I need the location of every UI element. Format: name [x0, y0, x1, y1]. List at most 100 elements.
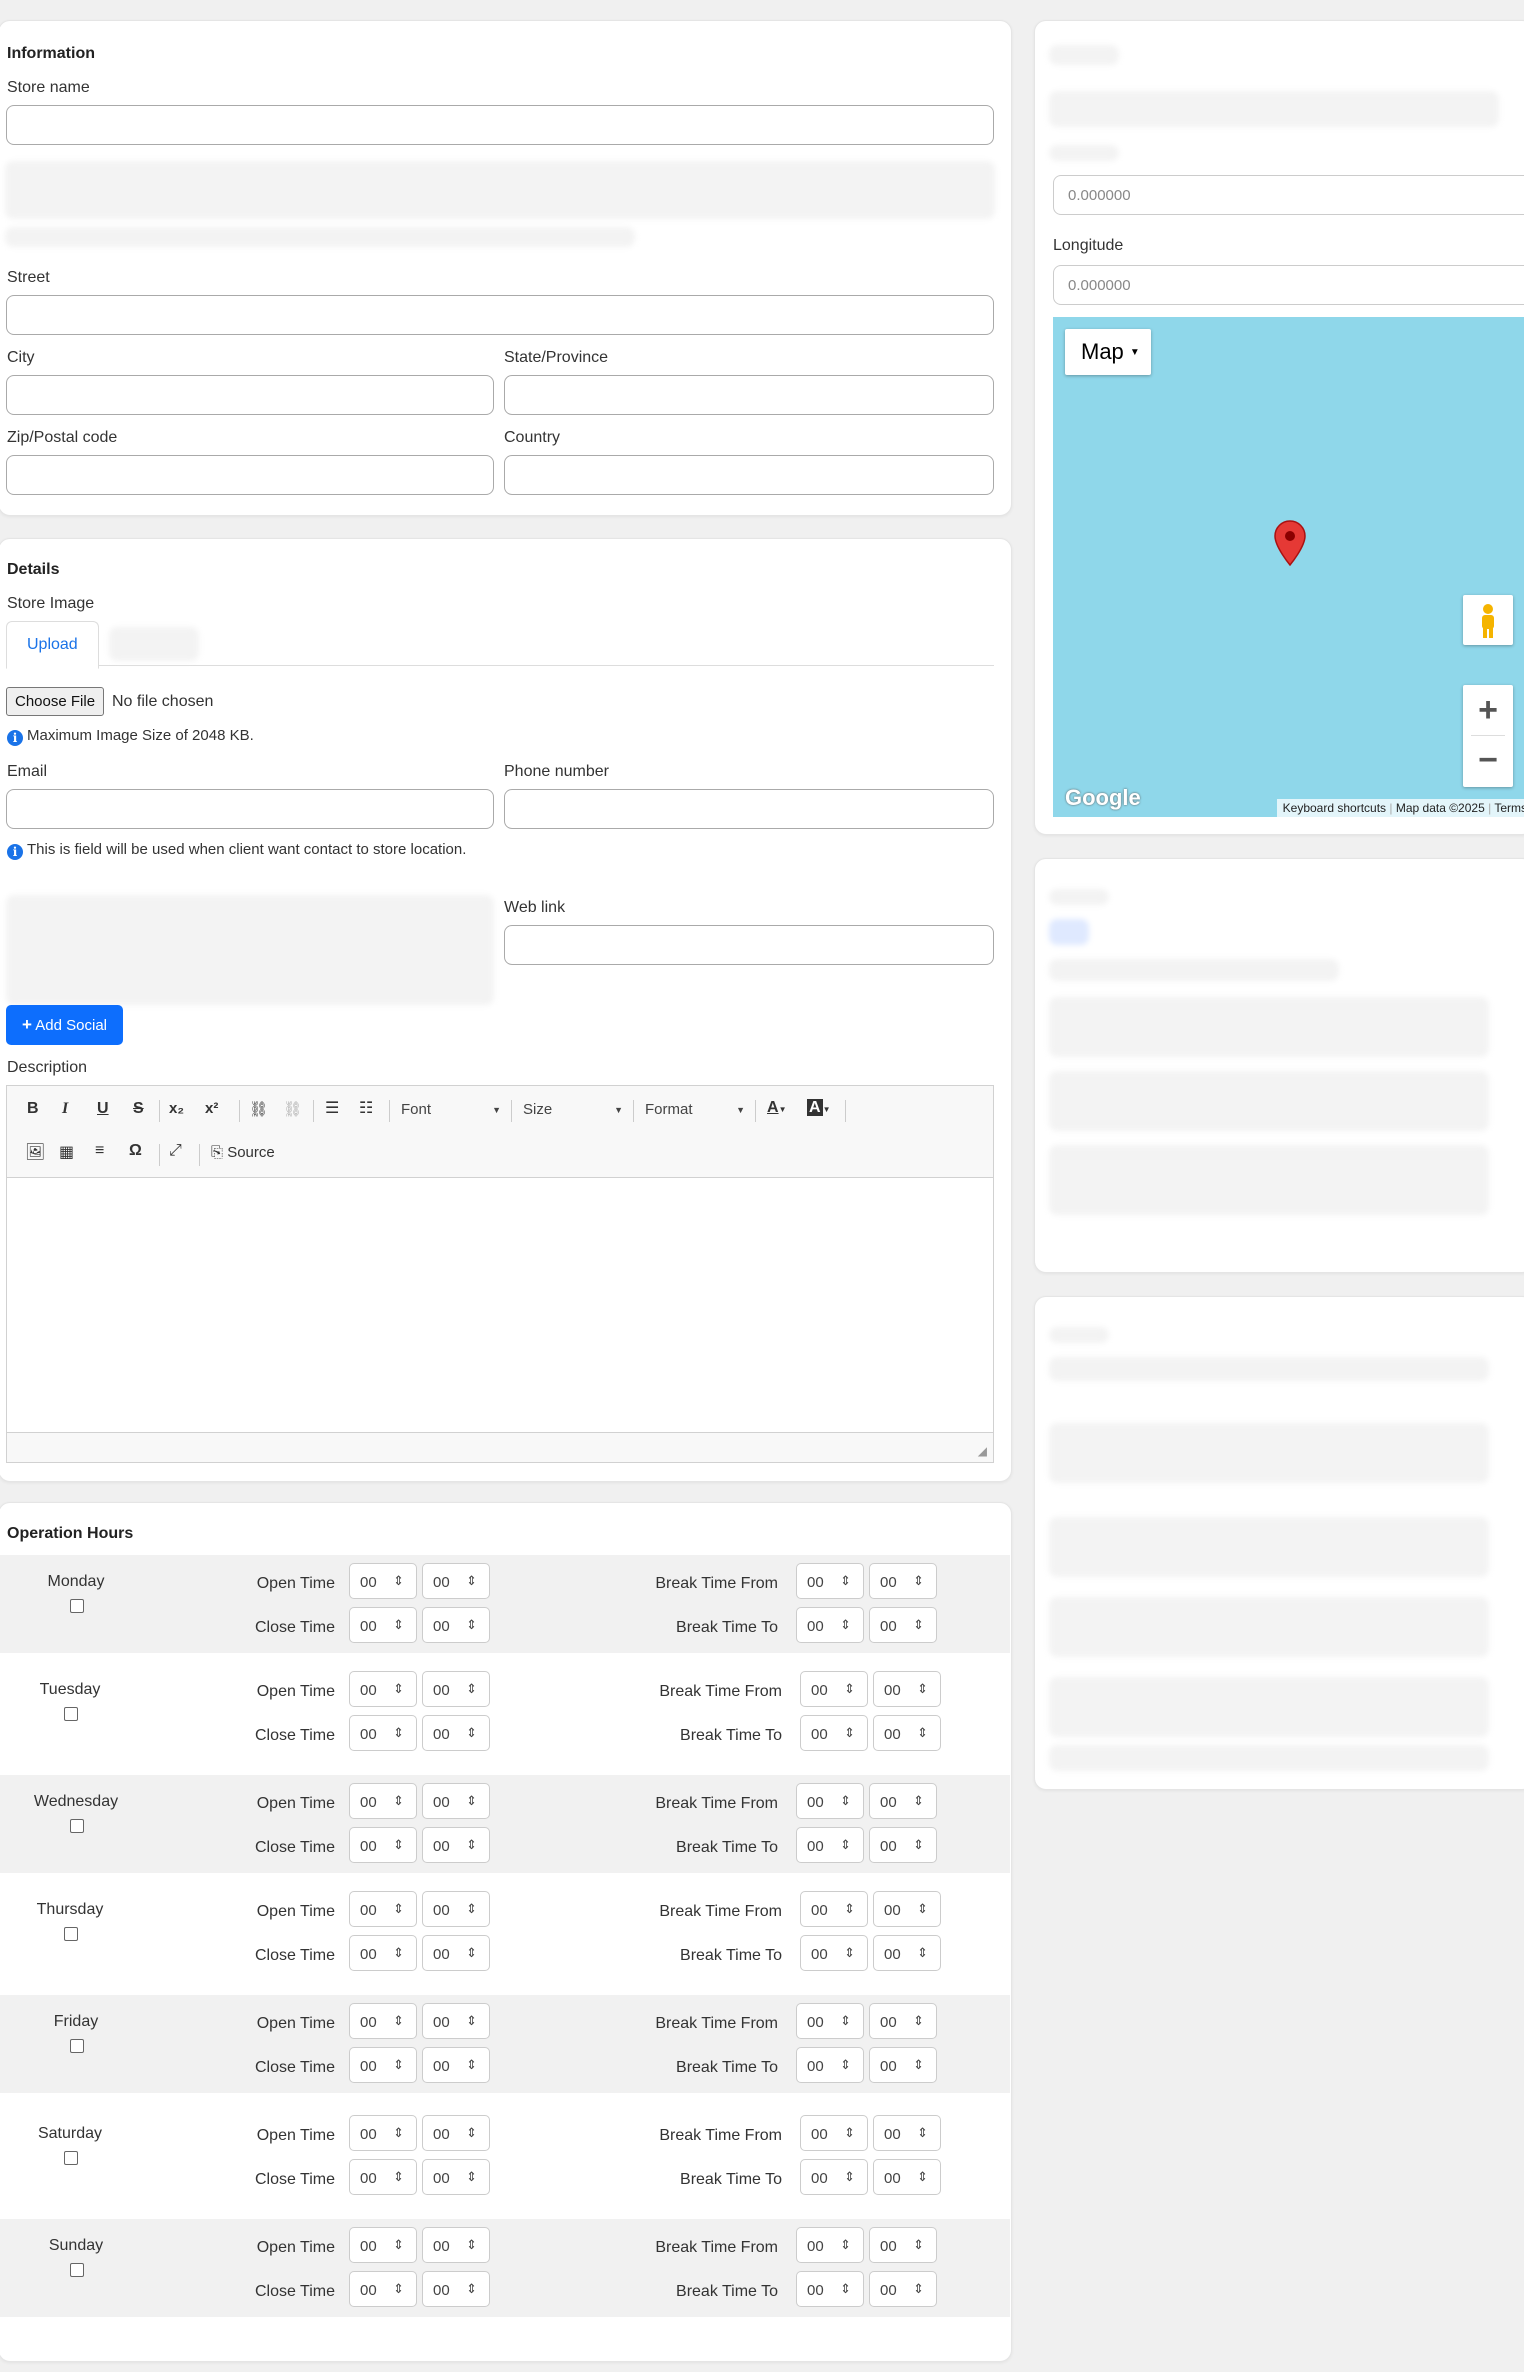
map-type-button[interactable]: Map ▼ — [1065, 329, 1151, 375]
table-icon[interactable]: ▦ — [59, 1142, 74, 1162]
day-enabled-checkbox-wednesday[interactable] — [70, 1819, 84, 1833]
time-select-saturday-break-from-hour[interactable]: 00 ⇕ — [800, 2115, 868, 2151]
time-select-saturday-open-hour[interactable]: 00 ⇕ — [349, 2115, 417, 2151]
time-select-monday-close-hour[interactable]: 00 ⇕ — [349, 1607, 417, 1643]
time-select-monday-break-from-minute[interactable]: 00 ⇕ — [869, 1563, 937, 1599]
time-select-monday-open-hour[interactable]: 00 ⇕ — [349, 1563, 417, 1599]
bulleted-list-icon[interactable]: ☷ — [359, 1098, 373, 1118]
time-select-wednesday-break-from-minute[interactable]: 00 ⇕ — [869, 1783, 937, 1819]
day-enabled-checkbox-thursday[interactable] — [64, 1927, 78, 1941]
time-select-thursday-break-to-hour[interactable]: 00 ⇕ — [800, 1935, 868, 1971]
time-select-friday-break-to-minute[interactable]: 00 ⇕ — [869, 2047, 937, 2083]
time-select-monday-close-minute[interactable]: 00 ⇕ — [422, 1607, 490, 1643]
phone-input[interactable] — [504, 789, 994, 829]
time-select-thursday-open-hour[interactable]: 00 ⇕ — [349, 1891, 417, 1927]
time-select-saturday-break-from-minute[interactable]: 00 ⇕ — [873, 2115, 941, 2151]
time-select-friday-close-hour[interactable]: 00 ⇕ — [349, 2047, 417, 2083]
editor-content-area[interactable] — [7, 1179, 993, 1431]
time-select-thursday-break-from-hour[interactable]: 00 ⇕ — [800, 1891, 868, 1927]
day-enabled-checkbox-sunday[interactable] — [70, 2263, 84, 2277]
time-select-sunday-open-hour[interactable]: 00 ⇕ — [349, 2227, 417, 2263]
time-select-sunday-break-from-hour[interactable]: 00 ⇕ — [796, 2227, 864, 2263]
day-enabled-checkbox-saturday[interactable] — [64, 2151, 78, 2165]
day-enabled-checkbox-friday[interactable] — [70, 2039, 84, 2053]
time-select-sunday-close-minute[interactable]: 00 ⇕ — [422, 2271, 490, 2307]
time-select-monday-open-minute[interactable]: 00 ⇕ — [422, 1563, 490, 1599]
time-select-monday-break-from-hour[interactable]: 00 ⇕ — [796, 1563, 864, 1599]
country-input[interactable] — [504, 455, 994, 495]
street-view-button[interactable] — [1463, 595, 1513, 645]
time-select-sunday-open-minute[interactable]: 00 ⇕ — [422, 2227, 490, 2263]
special-char-button[interactable]: Ω — [129, 1142, 142, 1160]
font-select[interactable]: Font ▼ — [401, 1101, 501, 1118]
time-select-wednesday-break-from-hour[interactable]: 00 ⇕ — [796, 1783, 864, 1819]
web-link-input[interactable] — [504, 925, 994, 965]
subscript-button[interactable]: x₂ — [169, 1100, 184, 1117]
time-select-tuesday-open-hour[interactable]: 00 ⇕ — [349, 1671, 417, 1707]
time-select-thursday-open-minute[interactable]: 00 ⇕ — [422, 1891, 490, 1927]
keyboard-shortcuts-link[interactable]: Keyboard shortcuts — [1283, 801, 1386, 815]
time-select-friday-open-minute[interactable]: 00 ⇕ — [422, 2003, 490, 2039]
time-select-sunday-close-hour[interactable]: 00 ⇕ — [349, 2271, 417, 2307]
email-input[interactable] — [6, 789, 494, 829]
time-select-wednesday-open-minute[interactable]: 00 ⇕ — [422, 1783, 490, 1819]
tab-upload[interactable]: Upload — [6, 621, 99, 669]
time-select-sunday-break-to-hour[interactable]: 00 ⇕ — [796, 2271, 864, 2307]
time-select-friday-break-from-hour[interactable]: 00 ⇕ — [796, 2003, 864, 2039]
underline-button[interactable]: U — [97, 1100, 109, 1118]
time-select-thursday-close-hour[interactable]: 00 ⇕ — [349, 1935, 417, 1971]
time-select-tuesday-close-hour[interactable]: 00 ⇕ — [349, 1715, 417, 1751]
time-select-saturday-break-to-hour[interactable]: 00 ⇕ — [800, 2159, 868, 2195]
day-enabled-checkbox-monday[interactable] — [70, 1599, 84, 1613]
bold-button[interactable]: B — [27, 1100, 39, 1118]
add-social-button[interactable]: + Add Social — [6, 1005, 123, 1045]
time-select-friday-break-to-hour[interactable]: 00 ⇕ — [796, 2047, 864, 2083]
time-select-friday-break-from-minute[interactable]: 00 ⇕ — [869, 2003, 937, 2039]
time-select-wednesday-break-to-hour[interactable]: 00 ⇕ — [796, 1827, 864, 1863]
time-select-tuesday-break-from-hour[interactable]: 00 ⇕ — [800, 1671, 868, 1707]
text-color-button[interactable]: A▼ — [767, 1099, 786, 1117]
time-select-thursday-break-from-minute[interactable]: 00 ⇕ — [873, 1891, 941, 1927]
zoom-in-button[interactable]: + — [1463, 685, 1513, 735]
time-select-thursday-close-minute[interactable]: 00 ⇕ — [422, 1935, 490, 1971]
time-select-friday-close-minute[interactable]: 00 ⇕ — [422, 2047, 490, 2083]
italic-button[interactable]: I — [62, 1100, 68, 1118]
time-select-thursday-break-to-minute[interactable]: 00 ⇕ — [873, 1935, 941, 1971]
bg-color-button[interactable]: A ▼ — [807, 1099, 830, 1117]
strike-button[interactable]: S — [133, 1100, 144, 1118]
terms-link[interactable]: Terms — [1494, 801, 1524, 815]
time-select-sunday-break-to-minute[interactable]: 00 ⇕ — [869, 2271, 937, 2307]
superscript-button[interactable]: x² — [205, 1100, 218, 1117]
longitude-input[interactable]: 0.000000 — [1053, 265, 1524, 305]
time-select-monday-break-to-minute[interactable]: 00 ⇕ — [869, 1607, 937, 1643]
street-input[interactable] — [6, 295, 994, 335]
format-select[interactable]: Format ▼ — [645, 1101, 745, 1118]
unlink-icon[interactable]: ⛓ — [283, 1100, 302, 1118]
store-name-input[interactable] — [6, 105, 994, 145]
time-select-saturday-break-to-minute[interactable]: 00 ⇕ — [873, 2159, 941, 2195]
map-view[interactable]: Map ▼ + − Google Keyboard shortcuts | Ma… — [1053, 317, 1524, 817]
time-select-tuesday-break-to-hour[interactable]: 00 ⇕ — [800, 1715, 868, 1751]
source-button[interactable]: ⎘ Source — [211, 1144, 275, 1161]
state-input[interactable] — [504, 375, 994, 415]
time-select-monday-break-to-hour[interactable]: 00 ⇕ — [796, 1607, 864, 1643]
time-select-tuesday-break-from-minute[interactable]: 00 ⇕ — [873, 1671, 941, 1707]
time-select-tuesday-close-minute[interactable]: 00 ⇕ — [422, 1715, 490, 1751]
city-input[interactable] — [6, 375, 494, 415]
time-select-saturday-close-hour[interactable]: 00 ⇕ — [349, 2159, 417, 2195]
choose-file-button[interactable]: Choose File — [6, 687, 105, 716]
time-select-wednesday-open-hour[interactable]: 00 ⇕ — [349, 1783, 417, 1819]
link-icon[interactable]: ⛓ — [249, 1100, 268, 1118]
time-select-wednesday-close-minute[interactable]: 00 ⇕ — [422, 1827, 490, 1863]
time-select-tuesday-open-minute[interactable]: 00 ⇕ — [422, 1671, 490, 1707]
resize-handle-icon[interactable]: ◢ — [978, 1444, 987, 1458]
zip-input[interactable] — [6, 455, 494, 495]
time-select-tuesday-break-to-minute[interactable]: 00 ⇕ — [873, 1715, 941, 1751]
zoom-out-button[interactable]: − — [1463, 736, 1513, 786]
numbered-list-icon[interactable]: ☰ — [325, 1098, 339, 1118]
time-select-friday-open-hour[interactable]: 00 ⇕ — [349, 2003, 417, 2039]
time-select-saturday-close-minute[interactable]: 00 ⇕ — [422, 2159, 490, 2195]
latitude-input[interactable]: 0.000000 — [1053, 175, 1524, 215]
day-enabled-checkbox-tuesday[interactable] — [64, 1707, 78, 1721]
maximize-icon[interactable]: ⤢ — [169, 1142, 182, 1160]
